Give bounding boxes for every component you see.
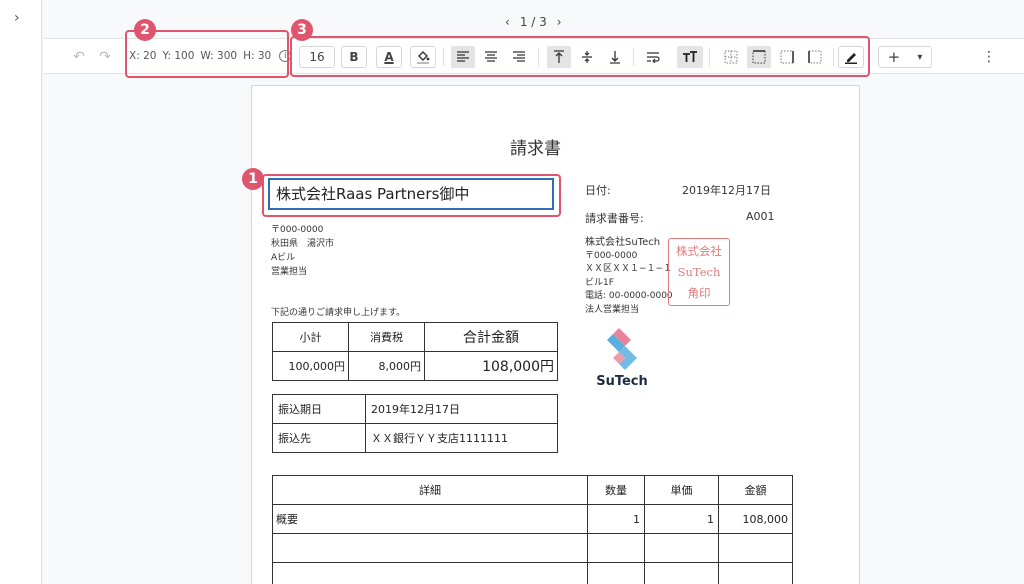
tax-value: 8,000円	[348, 351, 425, 381]
details-cell-amount: 108,000	[718, 504, 793, 534]
address-line: 〒000-0000	[271, 225, 324, 235]
details-cell-unit: 1	[644, 504, 719, 534]
page-navigator: ‹ 1 / 3 ›	[505, 15, 562, 29]
sender-line: ＸＸ区ＸＸ１−１−１	[585, 264, 673, 274]
details-cell-qty: 1	[587, 504, 645, 534]
bank-label: 振込先	[272, 423, 366, 453]
details-header-item: 詳細	[272, 475, 588, 505]
callout-badge-2: 2	[134, 19, 156, 41]
recipient-address[interactable]: 〒000-0000 秋田県 湯沢市 Aビル 営業担当	[271, 223, 334, 279]
redo-button[interactable]: ↷	[95, 46, 115, 68]
sender-company: 株式会社SuTech	[585, 237, 661, 248]
sutech-logo-icon	[607, 328, 637, 370]
editor-main: ‹ 1 / 3 › ↶ ↷ X: 20 Y: 100 W: 300 H: 30 …	[43, 0, 1024, 584]
payment-table[interactable]: 振込期日 2019年12月17日 振込先 ＸＸ銀行ＹＹ支店1111111	[272, 394, 558, 453]
company-logo[interactable]: SuTech	[591, 326, 653, 391]
details-header-unit: 単価	[644, 475, 719, 505]
page-indicator: 1 / 3	[519, 15, 547, 29]
stamp-line: SuTech	[677, 265, 721, 279]
total-value: 108,000円	[424, 351, 558, 381]
details-header-amount: 金額	[718, 475, 793, 505]
subtotal-value: 100,000円	[272, 351, 349, 381]
address-line: 秋田県 湯沢市	[271, 239, 335, 249]
prev-page-button[interactable]: ‹	[505, 15, 510, 29]
due-date-label: 振込期日	[272, 394, 366, 424]
chevron-down-icon: ▾	[917, 51, 923, 63]
callout-frame-3	[290, 36, 870, 77]
stamp-line: 角印	[687, 286, 711, 300]
sender-line: ビル1F	[585, 277, 614, 288]
total-header: 合計金額	[424, 322, 558, 352]
add-element-button[interactable]: + ▾	[878, 46, 932, 68]
table-row: 概要 1 1 108,000	[272, 504, 793, 534]
table-row	[272, 533, 793, 563]
chevron-right-icon[interactable]: ›	[14, 10, 20, 26]
invoice-number-label[interactable]: 請求書番号:	[585, 210, 644, 226]
callout-badge-1: 1	[242, 168, 264, 190]
logo-wordmark: SuTech	[596, 374, 648, 389]
company-seal-stamp[interactable]: 株式会社 SuTech 角印	[668, 238, 730, 306]
table-row	[272, 562, 793, 584]
details-table[interactable]: 詳細 数量 単価 金額 概要 1 1 108,000	[272, 475, 793, 584]
invoice-page: 請求書 株式会社Raas Partners御中 〒000-0000 秋田県 湯沢…	[251, 85, 860, 584]
invoice-number-value[interactable]: A001	[746, 210, 775, 223]
bank-value: ＸＸ銀行ＹＹ支店1111111	[365, 423, 558, 453]
sender-info[interactable]: 株式会社SuTech 〒000-0000 ＸＸ区ＸＸ１−１−１ ビル1F 電話:…	[585, 236, 673, 317]
plus-icon: +	[887, 48, 901, 66]
request-note[interactable]: 下記の通りご請求申し上げます。	[271, 305, 405, 318]
summary-table[interactable]: 小計 消費税 合計金額 100,000円 8,000円 108,000円	[272, 322, 558, 381]
sender-line: 〒000-0000	[585, 250, 638, 261]
undo-button[interactable]: ↶	[69, 46, 89, 68]
next-page-button[interactable]: ›	[557, 15, 562, 29]
tax-header: 消費税	[348, 322, 425, 352]
callout-badge-3: 3	[291, 19, 313, 41]
date-value[interactable]: 2019年12月17日	[682, 182, 771, 198]
sender-line: 電話: 00-0000-0000	[585, 291, 673, 301]
details-cell-item: 概要	[272, 504, 588, 534]
sender-line: 法人営業担当	[585, 304, 640, 315]
address-line: 営業担当	[271, 267, 308, 277]
invoice-title[interactable]: 請求書	[510, 134, 561, 159]
address-line: Aビル	[271, 253, 296, 263]
more-options-icon[interactable]: ⋮	[981, 46, 997, 68]
left-sidebar: ›	[0, 0, 42, 584]
due-date-value: 2019年12月17日	[365, 394, 558, 424]
subtotal-header: 小計	[272, 322, 349, 352]
stamp-line: 株式会社	[676, 244, 722, 258]
date-label[interactable]: 日付:	[585, 182, 611, 198]
details-header-qty: 数量	[587, 475, 645, 505]
callout-frame-1	[262, 174, 561, 217]
